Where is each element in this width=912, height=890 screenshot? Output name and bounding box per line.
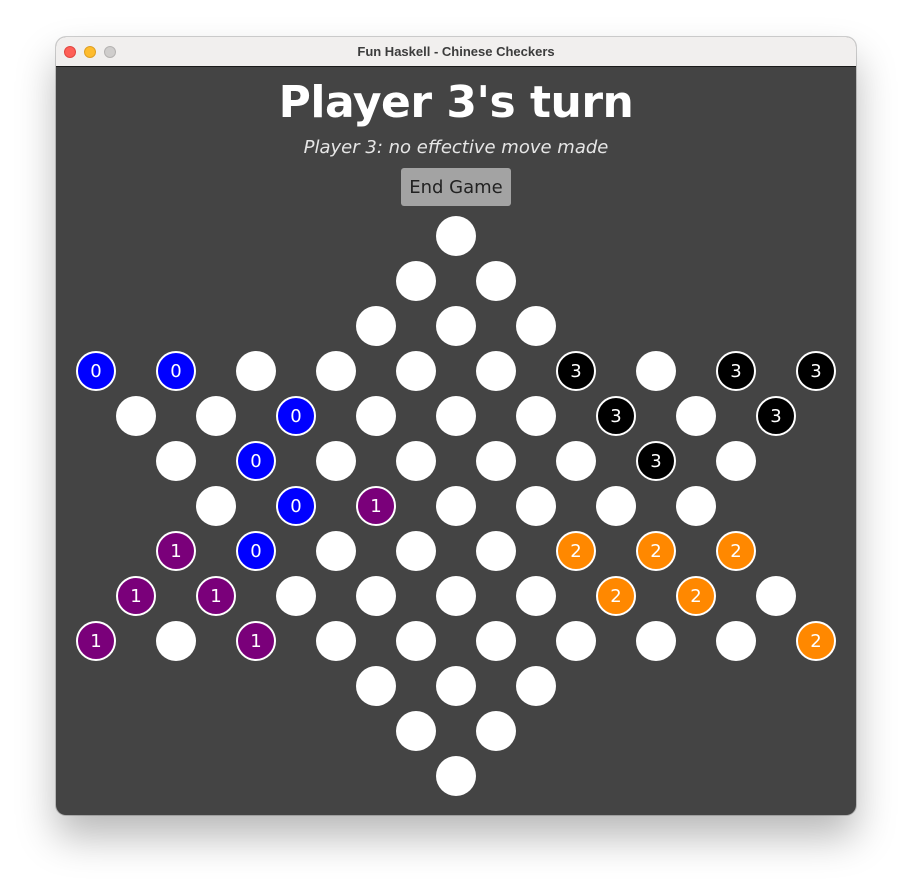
empty-hole[interactable]	[116, 396, 156, 436]
empty-hole[interactable]	[316, 621, 356, 661]
empty-hole[interactable]	[516, 486, 556, 526]
empty-hole[interactable]	[156, 621, 196, 661]
empty-hole[interactable]	[676, 486, 716, 526]
player-0-piece[interactable]: 0	[276, 486, 316, 526]
empty-hole[interactable]	[436, 216, 476, 256]
empty-hole[interactable]	[436, 756, 476, 796]
empty-hole[interactable]	[436, 306, 476, 346]
empty-hole[interactable]	[196, 396, 236, 436]
empty-hole[interactable]	[356, 306, 396, 346]
empty-hole[interactable]	[556, 441, 596, 481]
player-3-piece[interactable]: 3	[796, 351, 836, 391]
player-1-piece[interactable]: 1	[156, 531, 196, 571]
player-1-piece[interactable]: 1	[196, 576, 236, 616]
empty-hole[interactable]	[596, 486, 636, 526]
player-1-piece[interactable]: 1	[116, 576, 156, 616]
checkers-board: 003330330301102221122112	[56, 67, 856, 815]
empty-hole[interactable]	[276, 576, 316, 616]
player-3-piece[interactable]: 3	[596, 396, 636, 436]
player-2-piece[interactable]: 2	[676, 576, 716, 616]
empty-hole[interactable]	[716, 441, 756, 481]
empty-hole[interactable]	[396, 621, 436, 661]
empty-hole[interactable]	[356, 576, 396, 616]
empty-hole[interactable]	[476, 261, 516, 301]
player-2-piece[interactable]: 2	[636, 531, 676, 571]
game-area: Player 3's turn Player 3: no effective m…	[56, 67, 856, 815]
empty-hole[interactable]	[516, 306, 556, 346]
app-window: Fun Haskell - Chinese Checkers Player 3'…	[56, 37, 856, 815]
empty-hole[interactable]	[556, 621, 596, 661]
empty-hole[interactable]	[156, 441, 196, 481]
player-0-piece[interactable]: 0	[236, 531, 276, 571]
player-2-piece[interactable]: 2	[556, 531, 596, 571]
empty-hole[interactable]	[316, 351, 356, 391]
empty-hole[interactable]	[436, 576, 476, 616]
empty-hole[interactable]	[516, 396, 556, 436]
player-3-piece[interactable]: 3	[756, 396, 796, 436]
player-1-piece[interactable]: 1	[236, 621, 276, 661]
player-3-piece[interactable]: 3	[636, 441, 676, 481]
title-bar: Fun Haskell - Chinese Checkers	[56, 37, 856, 67]
player-2-piece[interactable]: 2	[596, 576, 636, 616]
window-title: Fun Haskell - Chinese Checkers	[357, 44, 555, 59]
empty-hole[interactable]	[196, 486, 236, 526]
player-2-piece[interactable]: 2	[796, 621, 836, 661]
empty-hole[interactable]	[396, 441, 436, 481]
player-3-piece[interactable]: 3	[556, 351, 596, 391]
player-1-piece[interactable]: 1	[76, 621, 116, 661]
player-3-piece[interactable]: 3	[716, 351, 756, 391]
player-0-piece[interactable]: 0	[76, 351, 116, 391]
empty-hole[interactable]	[716, 621, 756, 661]
empty-hole[interactable]	[516, 666, 556, 706]
empty-hole[interactable]	[476, 711, 516, 751]
empty-hole[interactable]	[476, 351, 516, 391]
empty-hole[interactable]	[316, 531, 356, 571]
empty-hole[interactable]	[636, 351, 676, 391]
empty-hole[interactable]	[476, 441, 516, 481]
empty-hole[interactable]	[676, 396, 716, 436]
player-0-piece[interactable]: 0	[236, 441, 276, 481]
player-2-piece[interactable]: 2	[716, 531, 756, 571]
empty-hole[interactable]	[516, 576, 556, 616]
player-1-piece[interactable]: 1	[356, 486, 396, 526]
empty-hole[interactable]	[396, 711, 436, 751]
empty-hole[interactable]	[756, 576, 796, 616]
empty-hole[interactable]	[476, 621, 516, 661]
empty-hole[interactable]	[396, 351, 436, 391]
empty-hole[interactable]	[236, 351, 276, 391]
empty-hole[interactable]	[396, 261, 436, 301]
empty-hole[interactable]	[316, 441, 356, 481]
empty-hole[interactable]	[636, 621, 676, 661]
empty-hole[interactable]	[436, 396, 476, 436]
player-0-piece[interactable]: 0	[156, 351, 196, 391]
empty-hole[interactable]	[396, 531, 436, 571]
empty-hole[interactable]	[436, 486, 476, 526]
player-0-piece[interactable]: 0	[276, 396, 316, 436]
empty-hole[interactable]	[356, 666, 396, 706]
empty-hole[interactable]	[436, 666, 476, 706]
empty-hole[interactable]	[356, 396, 396, 436]
empty-hole[interactable]	[476, 531, 516, 571]
